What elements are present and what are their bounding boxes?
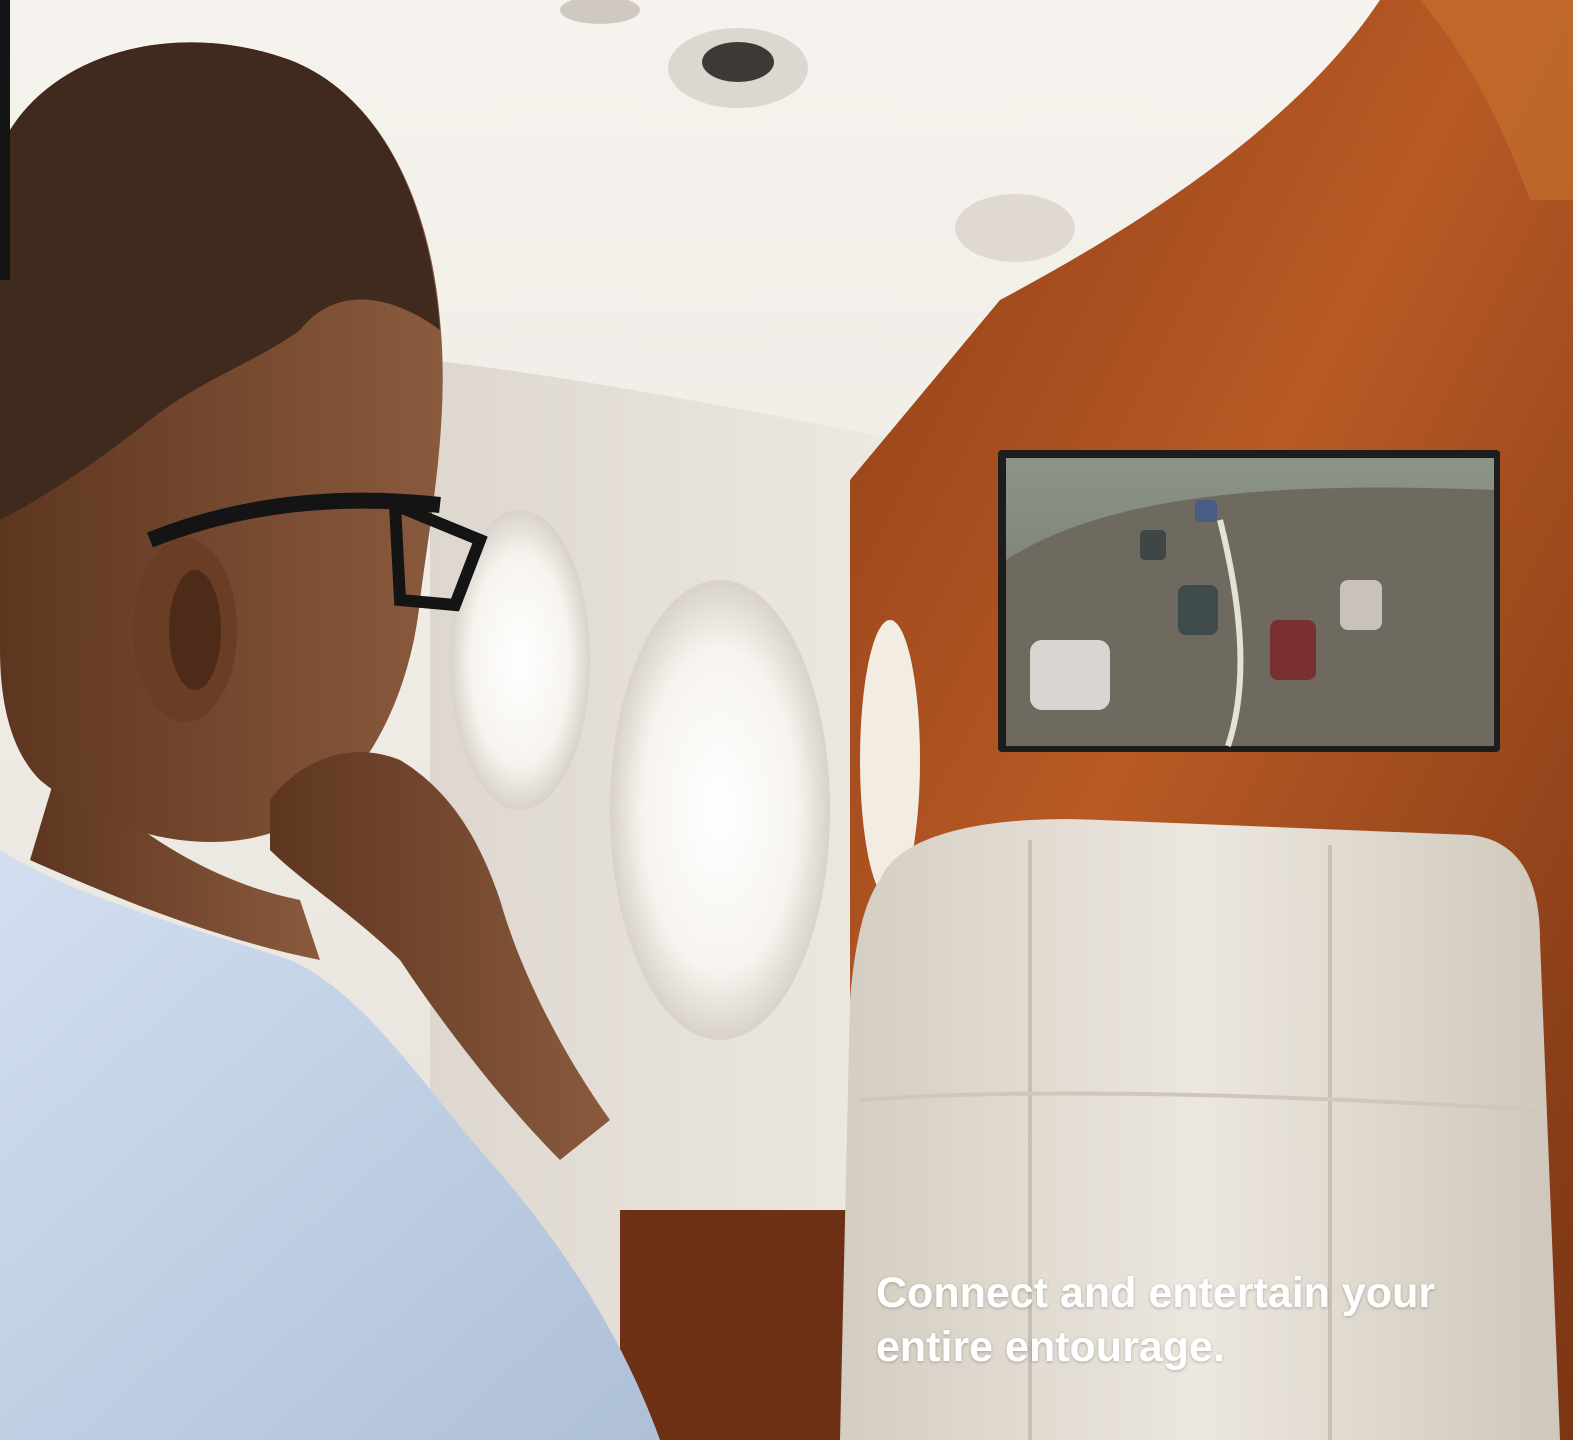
cabin-photo: Connect and entertain your entire entour… [0,0,1573,1440]
caption-line-1: Connect and entertain your [876,1269,1436,1317]
cabin-illustration [0,0,1573,1440]
caption: Connect and entertain your entire entour… [876,1266,1556,1374]
caption-line-2: entire entourage. [876,1323,1225,1371]
